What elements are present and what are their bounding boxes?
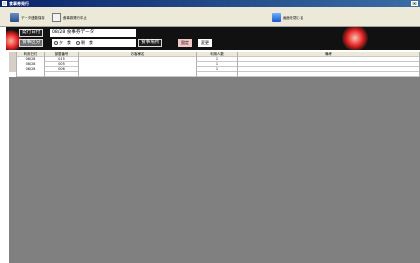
close-screen-button[interactable]: 画面を閉じる: [272, 11, 303, 23]
meal-radio-dinner[interactable]: 夕 食: [54, 40, 71, 46]
window-close-button[interactable]: ×: [411, 1, 418, 6]
issue-cancel-button[interactable]: 食事券発行中止: [52, 11, 87, 23]
window-titlebar: 食事券発行 ×: [0, 0, 420, 7]
meal-type-radio-group: 夕 食 朝 食: [52, 39, 136, 47]
decorative-glow-right: [342, 27, 368, 50]
meal-radio-dinner-label: 夕 食: [59, 40, 71, 45]
database-icon: [10, 12, 19, 22]
meal-type-label: 食事区分: [19, 39, 44, 47]
list-icon: [52, 12, 61, 22]
close-screen-label: 画面を閉じる: [283, 15, 304, 20]
filter-panel: 発行日付 08/28 食事券データ 食事区分 夕 食 朝 食 食事場所 固定 変…: [6, 27, 420, 50]
data-save-label: データ連動保存: [21, 15, 45, 20]
radio-dot: [54, 41, 58, 45]
row-selector[interactable]: [9, 72, 17, 77]
toolbar: データ連動保存 食事券発行中止 画面を閉じる: [0, 7, 420, 27]
data-save-button[interactable]: データ連動保存: [10, 11, 45, 23]
issue-cancel-label: 食事券発行中止: [63, 15, 87, 20]
table-new-row[interactable]: [9, 72, 420, 77]
cell-empty: [238, 72, 420, 77]
exit-icon: [272, 12, 281, 22]
change-toggle[interactable]: 変更: [198, 39, 212, 47]
date-label: 発行日付: [19, 29, 44, 37]
meal-place-label: 食事場所: [138, 39, 163, 47]
radio-dot: [76, 41, 80, 45]
fixed-toggle[interactable]: 固定: [178, 39, 192, 47]
cell-empty: [197, 72, 238, 77]
meal-radio-breakfast[interactable]: 朝 食: [76, 40, 93, 46]
window-title: 食事券発行: [9, 1, 29, 6]
ticket-table: 利用日付 部屋番号 お客様名 利用人数 備考 08/28 015 1 08/28…: [9, 52, 420, 263]
date-field[interactable]: 08/28 食事券データ: [50, 29, 136, 37]
app-icon: [2, 1, 7, 6]
cell-empty: [17, 72, 45, 77]
cell-empty: [45, 72, 79, 77]
cell-empty: [79, 72, 197, 77]
meal-radio-breakfast-label: 朝 食: [81, 40, 93, 45]
